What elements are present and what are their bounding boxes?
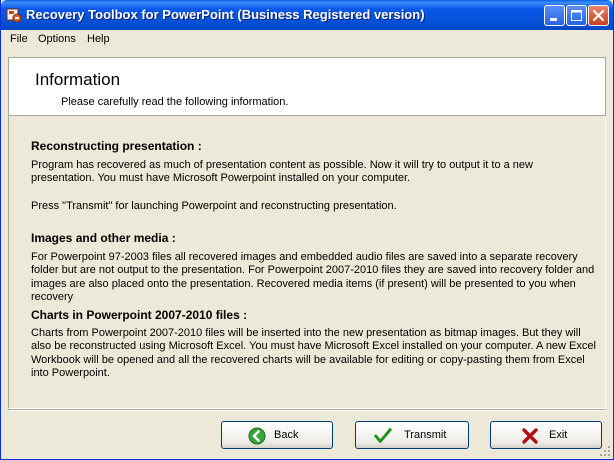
section-heading-media: Images and other media : [31, 231, 176, 245]
arrow-left-icon [248, 427, 266, 445]
maximize-button[interactable] [566, 5, 587, 26]
minimize-button[interactable] [544, 5, 565, 26]
maximize-icon [571, 10, 582, 21]
back-button-label: Back [274, 429, 299, 441]
info-header: Information Please carefully read the fo… [8, 57, 606, 116]
section-heading-reconstructing: Reconstructing presentation : [31, 139, 202, 153]
close-icon [592, 9, 605, 22]
section-heading-charts: Charts in Powerpoint 2007-2010 files : [31, 308, 248, 322]
close-window-button[interactable] [588, 5, 609, 26]
info-content: Reconstructing presentation : Program ha… [8, 116, 606, 409]
main-window: Recovery Toolbox for PowerPoint (Busines… [0, 0, 614, 460]
page-title: Information [35, 70, 121, 89]
section-text-transmit-hint: Press "Transmit" for launching Powerpoin… [31, 200, 397, 212]
minimize-icon [550, 18, 557, 21]
section-text-media: For Powerpoint 97-2003 files all recover… [31, 251, 595, 304]
checkmark-icon [374, 428, 392, 443]
cross-icon [522, 428, 538, 444]
section-text-reconstructing: Program has recovered as much of present… [31, 159, 533, 185]
transmit-button-label: Transmit [404, 429, 447, 441]
menu-help[interactable]: Help [87, 33, 110, 45]
window-title: Recovery Toolbox for PowerPoint (Busines… [26, 7, 425, 22]
resize-grip-icon[interactable] [599, 445, 611, 457]
menu-bar: File Options Help [1, 30, 613, 49]
transmit-button[interactable]: Transmit [355, 421, 469, 449]
footer-divider [8, 409, 606, 411]
back-button[interactable]: Back [221, 421, 333, 449]
page-subtitle: Please carefully read the following info… [61, 96, 289, 108]
app-icon [6, 8, 22, 23]
title-bar[interactable]: Recovery Toolbox for PowerPoint (Busines… [1, 0, 613, 30]
exit-button[interactable]: Exit [490, 421, 602, 449]
section-text-charts: Charts from Powerpoint 2007-2010 files w… [31, 327, 596, 380]
exit-button-label: Exit [549, 429, 568, 441]
menu-file[interactable]: File [10, 33, 28, 45]
menu-options[interactable]: Options [38, 33, 76, 45]
